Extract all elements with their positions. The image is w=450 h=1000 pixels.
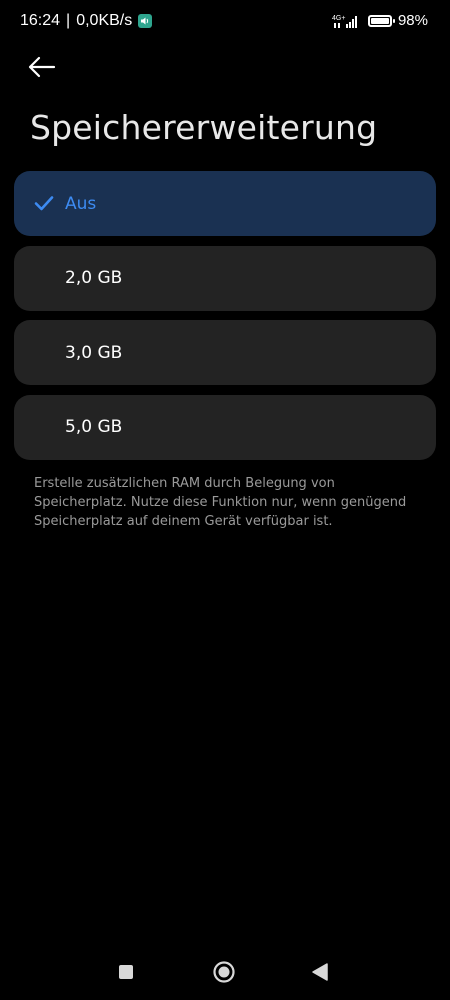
square-icon: [119, 965, 133, 979]
options-list: Aus 2,0 GB 3,0 GB 5,0 GB: [14, 171, 436, 469]
back-button[interactable]: [28, 52, 64, 82]
option-2gb[interactable]: 2,0 GB: [14, 245, 436, 311]
speaker-notification-icon: [138, 14, 153, 28]
page-title: Speichererweiterung: [30, 108, 378, 147]
status-separator: |: [66, 12, 71, 29]
net-speed: 0,0KB/s: [76, 12, 133, 29]
circle-icon: [213, 961, 235, 983]
status-bar: 16:24 | 0,0KB/s 4G+ 98%: [0, 0, 450, 44]
status-right: 4G+ 98%: [332, 12, 428, 29]
svg-text:4G+: 4G+: [332, 15, 345, 22]
battery-icon: [367, 14, 395, 27]
battery-percent: 98%: [397, 12, 428, 29]
navigation-bar: [0, 950, 450, 994]
home-button[interactable]: [212, 960, 236, 984]
description-text: Erstelle zusätzlichen RAM durch Belegung…: [34, 476, 407, 529]
option-5gb[interactable]: 5,0 GB: [14, 394, 436, 460]
signal-icon: 4G+: [332, 13, 362, 29]
option-aus[interactable]: Aus: [14, 171, 436, 236]
clock: 16:24: [20, 12, 61, 29]
recents-button[interactable]: [114, 960, 138, 984]
status-left: 16:24 | 0,0KB/s: [20, 12, 153, 30]
option-label: 2,0 GB: [65, 268, 123, 288]
arrow-left-icon: [28, 56, 56, 78]
back-nav-button[interactable]: [308, 960, 332, 984]
option-3gb[interactable]: 3,0 GB: [14, 320, 436, 385]
triangle-icon: [312, 963, 328, 981]
option-label: 3,0 GB: [65, 342, 123, 363]
option-label: Aus: [65, 193, 97, 214]
option-label: 5,0 GB: [65, 417, 123, 437]
checkmark-icon: [34, 196, 54, 211]
